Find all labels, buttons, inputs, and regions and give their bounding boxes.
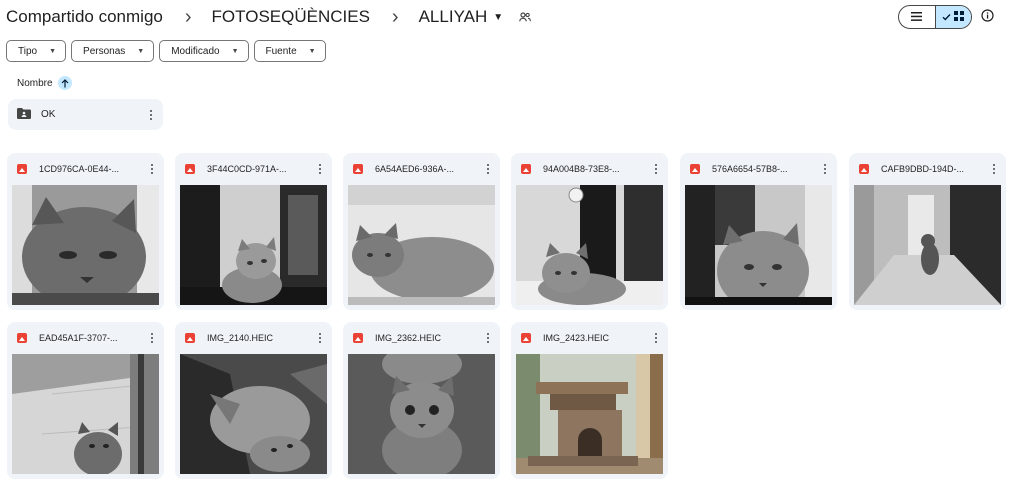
- shared-folder-icon: [17, 106, 31, 124]
- file-card[interactable]: IMG_2423.HEIC: [511, 322, 668, 479]
- more-vert-icon[interactable]: [312, 333, 328, 343]
- file-thumbnail: [180, 185, 327, 305]
- file-name: 6A54AED6-936A-...: [375, 164, 455, 174]
- more-vert-icon[interactable]: [986, 164, 1002, 174]
- file-name: CAFB9DBD-194D-...: [881, 164, 965, 174]
- file-thumbnail: [685, 185, 832, 305]
- file-thumbnail: [516, 354, 663, 474]
- more-vert-icon[interactable]: [144, 333, 160, 343]
- file-card[interactable]: IMG_2362.HEIC: [343, 322, 500, 479]
- filter-chip-personas[interactable]: Personas ▼: [71, 40, 155, 62]
- filter-label: Tipo: [18, 45, 38, 57]
- sort-row: Nombre: [17, 76, 72, 90]
- file-name: 576A6654-57B8-...: [712, 164, 788, 174]
- sort-label[interactable]: Nombre: [17, 78, 53, 89]
- caret-down-icon: ▼: [137, 47, 145, 55]
- grid-icon: [954, 8, 965, 26]
- grid-view-button[interactable]: [934, 6, 971, 28]
- file-card[interactable]: 3F44C0CD-971A-...: [175, 153, 332, 310]
- file-card[interactable]: 94A004B8-73E8-...: [511, 153, 668, 310]
- more-vert-icon[interactable]: [143, 109, 159, 120]
- more-vert-icon[interactable]: [312, 164, 328, 174]
- filter-chip-modificado[interactable]: Modificado ▼: [159, 40, 249, 62]
- image-file-icon: [185, 164, 195, 174]
- more-vert-icon[interactable]: [817, 164, 833, 174]
- breadcrumb-current-label: ALLIYAH: [418, 7, 488, 26]
- breadcrumb: Compartido conmigo › FOTOSEQÜÈNCIES › AL…: [6, 4, 532, 30]
- list-icon: [911, 8, 923, 26]
- folder-name: OK: [41, 109, 56, 120]
- filter-label: Modificado: [171, 45, 220, 57]
- view-toggle: [898, 5, 972, 29]
- file-name: IMG_2140.HEIC: [207, 333, 274, 343]
- info-icon[interactable]: [981, 9, 994, 27]
- caret-down-icon: ▼: [493, 11, 504, 23]
- list-view-button[interactable]: [899, 6, 935, 28]
- more-vert-icon[interactable]: [480, 333, 496, 343]
- image-file-icon: [17, 164, 27, 174]
- file-name: IMG_2362.HEIC: [375, 333, 442, 343]
- file-name: 1CD976CA-0E44-...: [39, 164, 120, 174]
- file-card[interactable]: 1CD976CA-0E44-...: [7, 153, 164, 310]
- image-file-icon: [859, 164, 869, 174]
- file-card[interactable]: 6A54AED6-936A-...: [343, 153, 500, 310]
- chevron-right-icon: ›: [184, 6, 192, 28]
- filter-label: Fuente: [265, 45, 297, 57]
- caret-down-icon: ▼: [49, 47, 57, 55]
- file-card[interactable]: EAD45A1F-3707-...: [7, 322, 164, 479]
- file-thumbnail: [180, 354, 327, 474]
- file-thumbnail: [516, 185, 663, 305]
- filter-label: Personas: [83, 45, 126, 57]
- file-card[interactable]: CAFB9DBD-194D-...: [849, 153, 1006, 310]
- filter-chip-fuente[interactable]: Fuente ▼: [253, 40, 326, 62]
- file-thumbnail: [348, 354, 495, 474]
- more-vert-icon[interactable]: [648, 164, 664, 174]
- file-thumbnail: [854, 185, 1001, 305]
- filter-chip-tipo[interactable]: Tipo ▼: [6, 40, 67, 62]
- more-vert-icon[interactable]: [480, 164, 496, 174]
- folder-item[interactable]: OK: [8, 99, 163, 130]
- file-thumbnail: [12, 354, 159, 474]
- file-name: IMG_2423.HEIC: [543, 333, 610, 343]
- file-name: EAD45A1F-3707-...: [39, 333, 118, 343]
- caret-down-icon: ▼: [231, 47, 239, 55]
- file-card[interactable]: IMG_2140.HEIC: [175, 322, 332, 479]
- file-name: 3F44C0CD-971A-...: [207, 164, 287, 174]
- breadcrumb-middle[interactable]: FOTOSEQÜÈNCIES: [212, 7, 370, 27]
- image-file-icon: [17, 333, 27, 343]
- file-card[interactable]: 576A6654-57B8-...: [680, 153, 837, 310]
- filter-chips: Tipo ▼ Personas ▼ Modificado ▼ Fuente ▼: [6, 40, 326, 62]
- caret-down-icon: ▼: [308, 47, 316, 55]
- check-icon: [942, 8, 951, 26]
- image-file-icon: [185, 333, 195, 343]
- arrow-up-icon[interactable]: [57, 76, 72, 90]
- image-file-icon: [690, 164, 700, 174]
- image-file-icon: [521, 333, 531, 343]
- file-thumbnail: [348, 185, 495, 305]
- chevron-right-icon: ›: [391, 6, 399, 28]
- image-file-icon: [353, 333, 363, 343]
- breadcrumb-current[interactable]: ALLIYAH ▼: [419, 7, 504, 27]
- image-file-icon: [353, 164, 363, 174]
- more-vert-icon[interactable]: [648, 333, 664, 343]
- file-thumbnail: [12, 185, 159, 305]
- people-icon[interactable]: [519, 12, 532, 22]
- image-file-icon: [521, 164, 531, 174]
- breadcrumb-root[interactable]: Compartido conmigo: [6, 7, 163, 27]
- file-name: 94A004B8-73E8-...: [543, 164, 620, 174]
- more-vert-icon[interactable]: [144, 164, 160, 174]
